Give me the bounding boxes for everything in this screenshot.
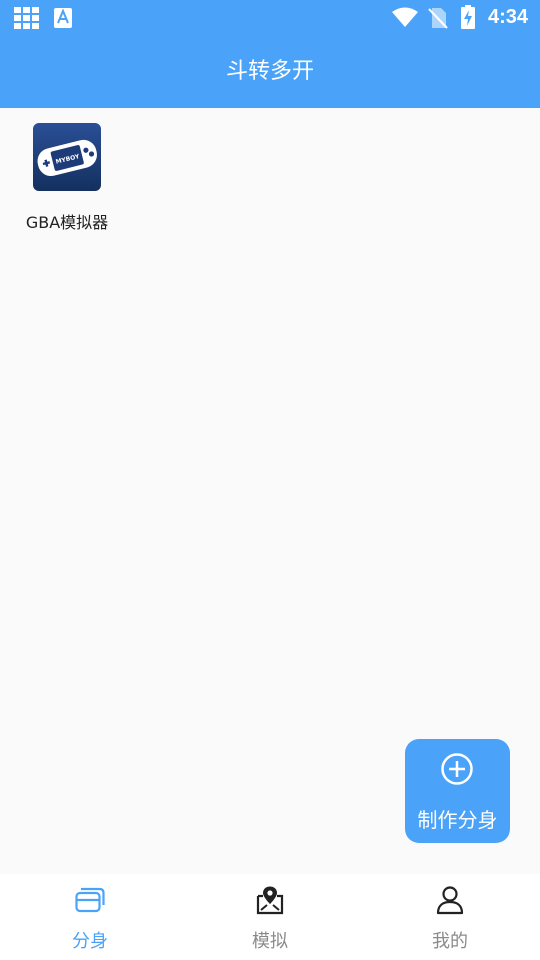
battery-charging-icon [460, 5, 476, 33]
nav-label: 模拟 [252, 931, 288, 952]
nav-label: 分身 [72, 931, 108, 952]
map-pin-icon [255, 885, 285, 915]
status-time: 4:34 [487, 6, 528, 28]
nav-label: 我的 [432, 931, 468, 952]
status-bar: 4:34 [0, 0, 540, 36]
page-title: 斗转多开 [225, 59, 314, 84]
wifi-icon [392, 7, 418, 31]
gba-emulator-icon: MYBOY [33, 123, 101, 191]
bottom-nav: 分身 模拟 我的 [0, 874, 540, 960]
app-label: GBA模拟器 [25, 213, 109, 232]
nav-item-clones[interactable]: 分身 [0, 874, 180, 960]
nav-item-simulate[interactable]: 模拟 [180, 874, 360, 960]
grid-icon [14, 7, 40, 33]
make-clone-button[interactable]: 制作分身 [405, 739, 510, 843]
user-icon [435, 885, 465, 915]
no-sim-icon [428, 7, 448, 33]
plus-circle-icon [440, 752, 474, 790]
make-clone-label: 制作分身 [417, 808, 498, 832]
app-bar: 4:34 斗转多开 [0, 0, 540, 108]
a-icon [54, 8, 72, 32]
nav-item-mine[interactable]: 我的 [360, 874, 540, 960]
cards-icon [75, 885, 105, 915]
